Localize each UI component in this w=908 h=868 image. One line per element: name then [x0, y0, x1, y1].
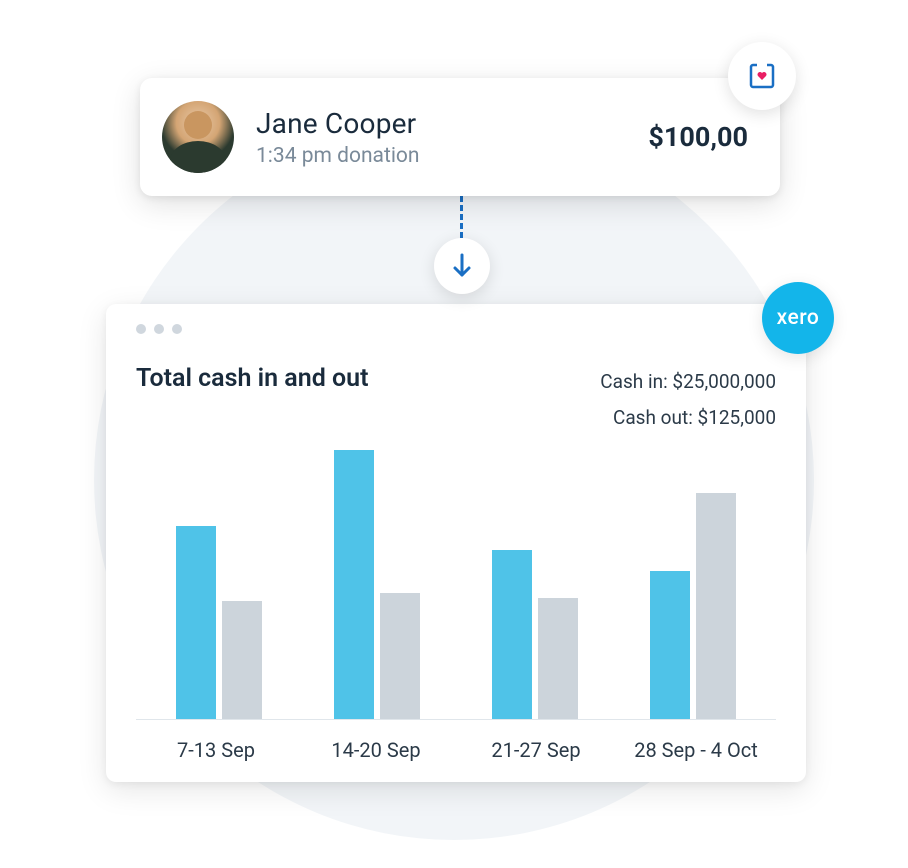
donation-text-block: Jane Cooper 1:34 pm donation: [256, 107, 648, 168]
bar-group: [492, 450, 578, 719]
chart-summary: Cash in: $25,000,000 Cash out: $125,000: [600, 364, 776, 436]
arrow-down-icon: [451, 253, 473, 279]
x-axis-label: 14-20 Sep: [296, 738, 456, 762]
chart-title: Total cash in and out: [136, 364, 368, 393]
xero-logo-badge: xero: [762, 282, 834, 354]
x-axis-labels: 7-13 Sep14-20 Sep21-27 Sep28 Sep - 4 Oct: [136, 738, 776, 762]
bar-cash-in: [176, 526, 216, 720]
donation-card: Jane Cooper 1:34 pm donation $100,00: [140, 78, 780, 196]
connector-arrow-badge: [434, 238, 490, 294]
bar-group: [650, 450, 736, 719]
donation-amount: $100,00: [648, 121, 748, 153]
bar-cash-in: [650, 571, 690, 719]
bar-cash-in: [492, 550, 532, 719]
bar-cash-out: [538, 598, 578, 719]
avatar: [162, 101, 234, 173]
bar-group: [334, 450, 420, 719]
bar-cash-in: [334, 450, 374, 719]
chart-header: Total cash in and out Cash in: $25,000,0…: [136, 364, 776, 436]
bar-cash-out: [222, 601, 262, 719]
donation-meta: 1:34 pm donation: [256, 144, 648, 168]
bar-cash-out: [380, 593, 420, 719]
heart-badge: [728, 42, 796, 110]
cash-in-summary: Cash in: $25,000,000: [600, 364, 776, 400]
window-dot: [136, 324, 146, 334]
bar-group: [176, 450, 262, 719]
cash-out-summary: Cash out: $125,000: [600, 400, 776, 436]
x-axis-label: 7-13 Sep: [136, 738, 296, 762]
heart-box-icon: [746, 60, 778, 92]
bars-area: [136, 450, 776, 720]
bar-cash-out: [696, 493, 736, 719]
x-axis-label: 28 Sep - 4 Oct: [616, 738, 776, 762]
window-dot: [154, 324, 164, 334]
window-dot: [172, 324, 182, 334]
chart-card: Total cash in and out Cash in: $25,000,0…: [106, 304, 806, 782]
window-dots: [136, 324, 776, 334]
x-axis-label: 21-27 Sep: [456, 738, 616, 762]
donor-name: Jane Cooper: [256, 107, 648, 140]
